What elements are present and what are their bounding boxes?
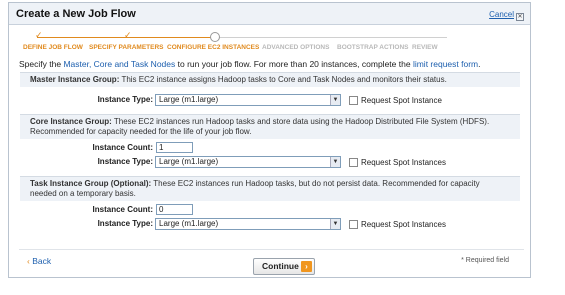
chevron-right-icon: › [301,261,312,272]
cancel-button[interactable]: Cancel ✕ [489,10,524,21]
core-instance-count-label: Instance Count: [92,143,153,152]
master-instance-type-label: Instance Type: [97,95,153,104]
step-specify-parameters: SPECIFY PARAMETERS [89,44,164,51]
step-advanced-options: ADVANCED OPTIONS [262,44,330,51]
task-spot-checkbox[interactable] [349,220,358,229]
limit-request-link[interactable]: limit request form [413,59,478,69]
close-icon[interactable]: ✕ [516,13,524,21]
master-spot-label: Request Spot Instance [361,96,442,105]
chevron-left-icon: ‹ [27,256,30,266]
chevron-down-icon: ▼ [330,219,340,229]
progress-line-remaining [215,37,447,38]
job-flow-dialog: Create a New Job Flow Cancel ✕ ✓ ✓ DEFINE… [8,2,531,278]
wizard-steps: ✓ ✓ DEFINE JOB FLOW SPECIFY PARAMETERS C… [9,26,530,54]
master-spot-checkbox[interactable] [349,96,358,105]
footer-divider [19,249,524,250]
core-spot-checkbox[interactable] [349,158,358,167]
task-spot-label: Request Spot Instances [361,220,446,229]
check-icon: ✓ [124,30,132,40]
dialog-title-bar: Create a New Job Flow Cancel ✕ [9,3,530,25]
core-spot-label: Request Spot Instances [361,158,446,167]
step-define-job-flow: DEFINE JOB FLOW [23,44,83,51]
task-group-heading: Task Instance Group (Optional): These EC… [20,176,520,201]
chevron-down-icon: ▼ [330,95,340,105]
task-instance-type-label: Instance Type: [97,219,153,228]
task-instance-type-select[interactable]: Large (m1.large) ▼ [155,218,341,230]
step-configure-ec2-instances: CONFIGURE EC2 INSTANCES [167,44,260,51]
continue-button[interactable]: Continue › [253,258,315,275]
nodes-help-link[interactable]: Master, Core and Task Nodes [63,59,175,69]
core-instance-count-input[interactable]: 1 [156,142,193,153]
check-icon: ✓ [35,30,43,40]
dialog-title: Create a New Job Flow [16,8,136,20]
required-field-note: * Required field [461,257,509,264]
master-instance-type-select[interactable]: Large (m1.large) ▼ [155,94,341,106]
core-instance-type-select[interactable]: Large (m1.large) ▼ [155,156,341,168]
step-bootstrap-actions: BOOTSTRAP ACTIONS [337,44,409,51]
intro-text: Specify the Master, Core and Task Nodes … [19,59,481,69]
task-instance-count-label: Instance Count: [92,205,153,214]
core-group-heading: Core Instance Group: These EC2 instances… [20,114,520,139]
chevron-down-icon: ▼ [330,157,340,167]
master-group-heading: Master Instance Group: This EC2 instance… [20,72,520,87]
cancel-label: Cancel [489,10,514,19]
core-instance-type-label: Instance Type: [97,157,153,166]
current-step-circle [210,32,220,42]
step-review: REVIEW [412,44,438,51]
task-instance-count-input[interactable]: 0 [156,204,193,215]
back-button[interactable]: ‹ Back [27,256,51,266]
